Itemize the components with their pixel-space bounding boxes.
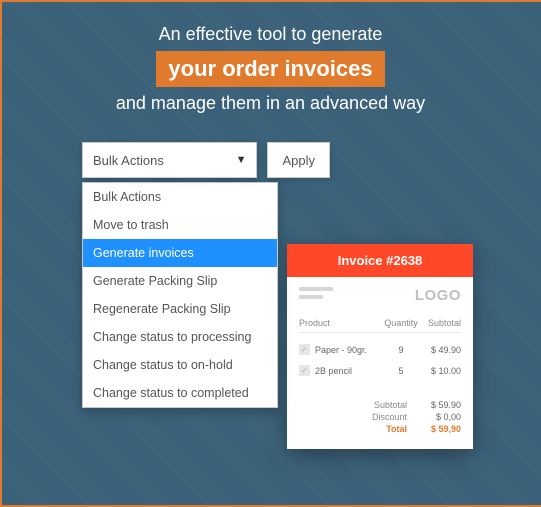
dropdown-item[interactable]: Generate invoices bbox=[83, 239, 277, 267]
total-row: Total $ 59,90 bbox=[299, 423, 461, 435]
cell-qty: 9 bbox=[383, 345, 419, 355]
apply-button[interactable]: Apply bbox=[267, 142, 330, 178]
dropdown-item[interactable]: Bulk Actions bbox=[83, 183, 277, 211]
dropdown-item[interactable]: Change status to completed bbox=[83, 379, 277, 407]
dropdown-item[interactable]: Move to trash bbox=[83, 211, 277, 239]
discount-label: Discount bbox=[372, 412, 407, 422]
bulk-actions-dropdown: Bulk ActionsMove to trashGenerate invoic… bbox=[82, 182, 278, 408]
total-value: $ 59,90 bbox=[419, 424, 461, 434]
headline-line3: and manage them in an advanced way bbox=[0, 93, 541, 114]
headline-line1: An effective tool to generate bbox=[0, 24, 541, 45]
cell-qty: 5 bbox=[383, 366, 419, 376]
headline: An effective tool to generate your order… bbox=[0, 0, 541, 114]
cell-subtotal: $ 49.90 bbox=[419, 345, 461, 355]
headline-highlight: your order invoices bbox=[156, 51, 384, 87]
dropdown-item[interactable]: Generate Packing Slip bbox=[83, 267, 277, 295]
bulk-actions-panel: Bulk Actions ▼ Apply Bulk ActionsMove to… bbox=[82, 142, 330, 408]
col-subtotal-label: Subtotal bbox=[419, 318, 461, 328]
chevron-down-icon: ▼ bbox=[236, 154, 247, 166]
discount-row: Discount $ 0,00 bbox=[299, 411, 461, 423]
total-label: Total bbox=[386, 424, 407, 434]
cell-subtotal: $ 10.00 bbox=[419, 366, 461, 376]
subtotal-label: Subtotal bbox=[374, 400, 407, 410]
dropdown-item[interactable]: Change status to on-hold bbox=[83, 351, 277, 379]
invoice-logo: LOGO bbox=[415, 287, 461, 304]
bulk-selected-label: Bulk Actions bbox=[93, 153, 164, 168]
bulk-actions-select[interactable]: Bulk Actions ▼ bbox=[82, 142, 257, 178]
bulk-top-row: Bulk Actions ▼ Apply bbox=[82, 142, 330, 178]
dropdown-item[interactable]: Regenerate Packing Slip bbox=[83, 295, 277, 323]
dropdown-item[interactable]: Change status to processing bbox=[83, 323, 277, 351]
subtotal-value: $ 59.90 bbox=[419, 400, 461, 410]
col-quantity-label: Quantity bbox=[383, 318, 419, 328]
discount-value: $ 0,00 bbox=[419, 412, 461, 422]
